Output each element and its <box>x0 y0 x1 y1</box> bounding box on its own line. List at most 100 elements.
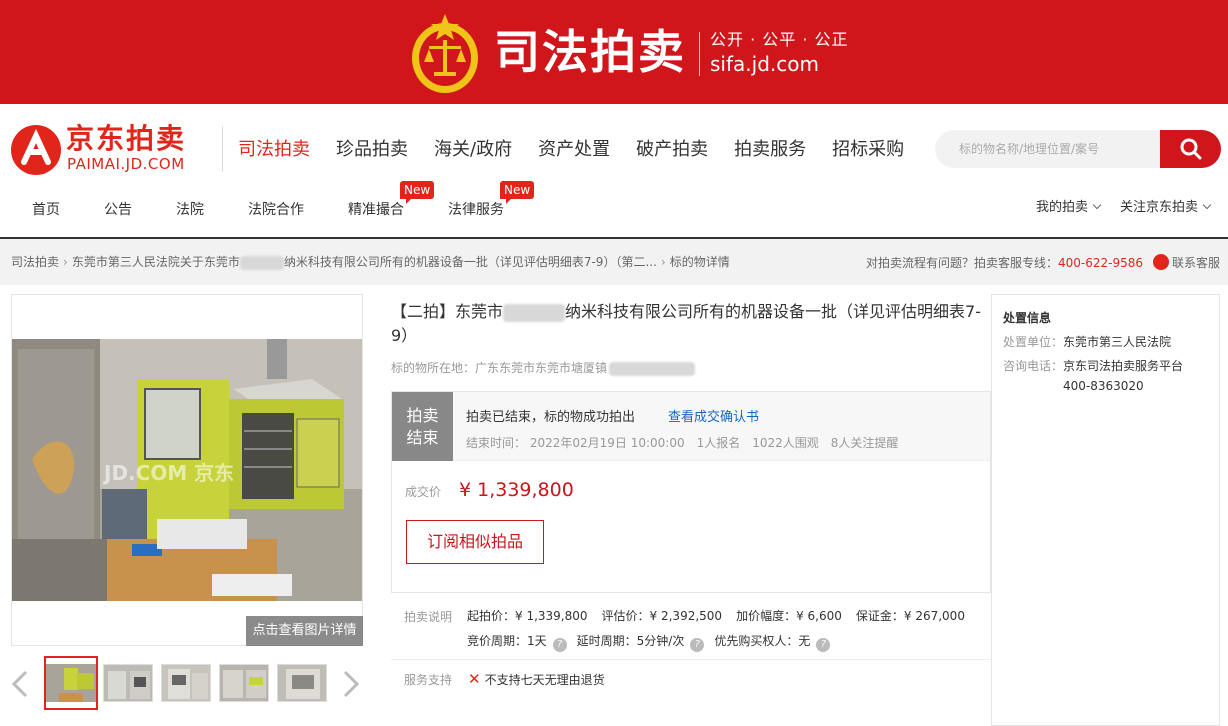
my-auction-label: 我的拍卖 <box>1035 200 1088 215</box>
thumbnail-4[interactable] <box>219 664 269 702</box>
thumbnail-strip <box>11 656 363 712</box>
item-title-prefix: 【二拍】东莞市 <box>391 302 504 321</box>
sub-nav-home[interactable]: 首页 <box>32 200 60 220</box>
top-banner: 司法拍卖 公开 · 公平 · 公正 sifa.jd.com <box>0 0 1228 104</box>
subscribe-similar-button[interactable]: 订阅相似拍品 <box>406 520 544 564</box>
location-label: 标的物所在地： <box>391 361 476 375</box>
breadcrumb-separator: › <box>63 255 68 269</box>
help-question-icon[interactable]: ? <box>816 638 831 652</box>
status-text: 拍卖已结束，标的物成功拍出 <box>466 410 636 425</box>
main-nav-asset-disposal[interactable]: 资产处置 <box>538 136 610 164</box>
sub-nav-announcements[interactable]: 公告 <box>104 200 132 220</box>
sub-nav-courts[interactable]: 法院 <box>176 200 204 220</box>
help-text: 对拍卖流程有问题？拍卖客服专线： <box>865 256 1058 270</box>
follow-label: 关注京东拍卖 <box>1119 200 1198 215</box>
status-tag-line2: 结束 <box>406 428 439 447</box>
logo-domain: PAIMAI.JD.COM <box>67 155 185 173</box>
main-nav-bankruptcy-auction[interactable]: 破产拍卖 <box>636 136 708 164</box>
status-tag: 拍卖 结束 <box>392 392 453 461</box>
disposal-unit-row: 处置单位： 东莞市第三人民法院 <box>1003 332 1171 352</box>
prev-arrow-icon[interactable] <box>11 670 29 698</box>
item-title: 【二拍】东莞市 纳米科技有限公司所有的机器设备一批（详见评估明细表7-9） <box>391 300 986 348</box>
disposal-info-panel: 处置信息 处置单位： 东莞市第三人民法院 咨询电话： 京东司法拍卖服务平台 40… <box>991 294 1220 726</box>
support-info: ✕ 不支持七天无理由退货 <box>468 671 605 688</box>
disposal-unit-link[interactable]: 东莞市第三人民法院 <box>1063 332 1171 352</box>
search-button[interactable] <box>1160 130 1221 168</box>
thumbnail-image <box>162 665 210 701</box>
auction-terms-extra: 竞价周期：1天? 延时周期：5分钟/次? 优先购买权人：无? <box>467 633 840 652</box>
logo-divider <box>222 126 223 172</box>
view-image-details-button[interactable]: 点击查看图片详情 <box>246 616 363 646</box>
help-question-icon[interactable]: ? <box>690 638 705 652</box>
help-question-icon[interactable]: ? <box>552 638 567 652</box>
new-badge: New <box>500 181 535 204</box>
thumbnail-2[interactable] <box>103 664 153 702</box>
sub-nav-precise-matching[interactable]: 精准撮合 New <box>348 181 435 220</box>
banner-divider <box>699 32 700 76</box>
customer-service-info: 对拍卖流程有问题？拍卖客服专线：400-622-9586 联系客服 <box>866 254 1220 271</box>
chevron-down-icon <box>1202 200 1212 210</box>
thumbnail-image <box>220 665 268 701</box>
status-meta: 结束时间： 2022年02月19日 10:00:00 1人报名 1022人围观 8人关… <box>466 435 910 451</box>
contact-service-link[interactable]: 联系客服 <box>1172 256 1220 270</box>
support-text: 不支持七天无理由退货 <box>484 673 605 687</box>
sub-nav-legal-services[interactable]: 法律服务 New <box>448 181 535 220</box>
my-auction-dropdown[interactable]: 我的拍卖 <box>1035 199 1102 217</box>
thumbnail-1[interactable] <box>44 656 98 710</box>
help-phone: 400-622-9586 <box>1057 256 1143 270</box>
end-time: 结束时间： 2022年02月19日 10:00:00 <box>466 436 685 450</box>
deposit: 保证金：¥ 267,000 <box>855 609 965 623</box>
breadcrumb-separator: › <box>660 255 666 269</box>
breadcrumb: 司法拍卖 › 东莞市第三人民法院关于东莞市 纳米科技有限公司所有的机器设备一批（详见评… <box>11 254 730 270</box>
signup-count: 1人报名 <box>696 436 741 450</box>
banner-title: 司法拍卖 <box>494 25 686 79</box>
sub-nav-legal-services-label: 法律服务 <box>448 202 504 218</box>
sub-nav-court-cooperation[interactable]: 法院合作 <box>248 200 304 220</box>
deal-price: ¥ 1,339,800 <box>459 479 574 501</box>
next-arrow-icon[interactable] <box>342 670 360 698</box>
main-nav: 司法拍卖 珍品拍卖 海关/政府 资产处置 破产拍卖 拍卖服务 招标采购 <box>238 136 930 164</box>
disposal-title: 处置信息 <box>1003 311 1052 325</box>
location-value: 广东东莞市东莞市塘厦镇 <box>475 361 608 375</box>
auction-status-panel: 拍卖 结束 拍卖已结束，标的物成功拍出 查看成交确认书 结束时间： 2022年0… <box>391 391 991 593</box>
thumbnail-3[interactable] <box>161 664 211 702</box>
main-photo[interactable]: JD.COM 京东 <box>12 339 362 601</box>
customer-service-icon <box>1152 254 1169 270</box>
disposal-phone-name: 京东司法拍卖服务平台 <box>1063 359 1184 373</box>
disposal-phone-number: 400-8363020 <box>1063 379 1144 393</box>
redaction-blur <box>239 255 284 270</box>
paimai-logo[interactable]: 京东拍卖 PAIMAI.JD.COM <box>10 122 220 178</box>
follow-dropdown[interactable]: 关注京东拍卖 <box>1119 199 1212 217</box>
chevron-down-icon <box>1092 200 1102 210</box>
cross-icon: ✕ <box>468 670 481 688</box>
redaction-blur <box>609 361 696 376</box>
disposal-unit-label: 处置单位： <box>1003 335 1064 349</box>
breadcrumb-case-prefix: 东莞市第三人民法院关于东莞市 <box>71 255 240 269</box>
search-input[interactable] <box>935 130 1175 168</box>
bid-increment: 加价幅度：¥ 6,600 <box>736 609 842 623</box>
breadcrumb-current: 标的物详情 <box>669 255 730 269</box>
main-nav-customs-government[interactable]: 海关/政府 <box>434 136 512 164</box>
thumbnail-image <box>46 664 96 702</box>
appraisal-price: 评估价：¥ 2,392,500 <box>601 609 723 623</box>
main-nav-tender-procurement[interactable]: 招标采购 <box>832 136 904 164</box>
new-badge: New <box>400 181 435 204</box>
main-nav-judicial-auction[interactable]: 司法拍卖 <box>238 136 310 164</box>
redaction-blur <box>503 303 566 322</box>
view-deal-confirmation-link[interactable]: 查看成交确认书 <box>668 410 759 426</box>
breadcrumb-root[interactable]: 司法拍卖 <box>11 255 59 269</box>
bid-period: 竞价周期：1天 <box>467 634 547 648</box>
support-label: 服务支持 <box>404 673 453 687</box>
banner-domain: sifa.jd.com <box>710 52 819 76</box>
auction-terms: 起拍价：¥ 1,339,800 评估价：¥ 2,392,500 加价幅度：¥ 6,6… <box>467 608 979 624</box>
deal-price-label: 成交价 <box>405 485 442 499</box>
image-gallery: JD.COM 京东 点击查看图片详情 <box>11 294 363 646</box>
search-icon <box>1180 138 1201 160</box>
main-nav-treasure-auction[interactable]: 珍品拍卖 <box>336 136 408 164</box>
breadcrumb-case[interactable]: 东莞市第三人民法院关于东莞市 纳米科技有限公司所有的机器设备一批（详见评估明细表7… <box>71 255 657 270</box>
main-nav-auction-services[interactable]: 拍卖服务 <box>734 136 806 164</box>
search-box <box>935 130 1221 168</box>
sub-nav-precise-matching-label: 精准撮合 <box>348 202 404 218</box>
logo-name: 京东拍卖 <box>66 122 187 155</box>
thumbnail-5[interactable] <box>277 664 327 702</box>
